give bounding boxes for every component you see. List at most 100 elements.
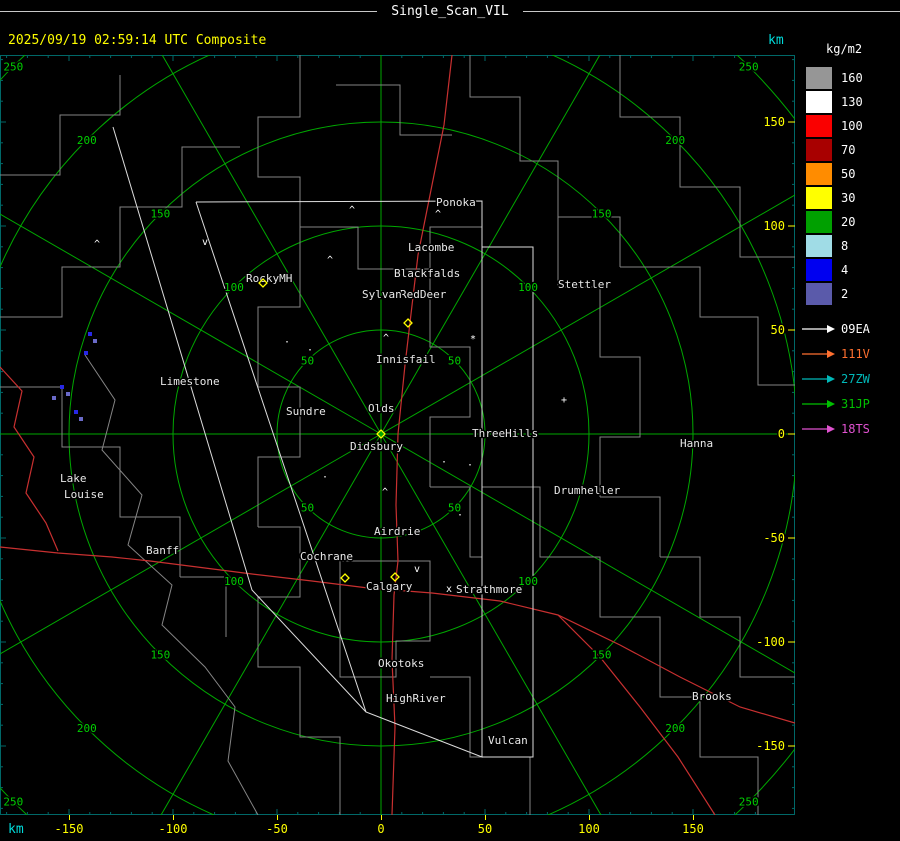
title-bar: Single_Scan_VIL: [0, 0, 900, 22]
station-row: 111V: [800, 341, 900, 366]
precip-echo: [88, 332, 92, 336]
storm-cell-marker: +: [561, 395, 567, 406]
range-ring-label: 150: [592, 649, 612, 662]
radar-map: 50 50 50 50 100 100 100 100 150 150 150 150 200 200 20…: [0, 55, 795, 815]
range-ring-label: 50: [301, 354, 314, 367]
legend-swatch: [806, 115, 832, 137]
legend-entry: 20: [806, 210, 900, 234]
legend-value: 2: [841, 287, 849, 301]
city-label: Ponoka: [436, 196, 476, 209]
legend-entry: 8: [806, 234, 900, 258]
city-label: Brooks: [692, 690, 732, 703]
radar-map-area: 50 50 50 50 100 100 100 100 150 150 150 150 200 200 20…: [0, 55, 795, 815]
range-ring-label: 250: [3, 796, 23, 809]
storm-cell-marker: ^: [327, 255, 333, 266]
station-row: 27ZW: [800, 366, 900, 391]
bottom-axis-unit-label: km: [8, 822, 24, 837]
range-ring-label: 150: [150, 649, 170, 662]
range-ring-label: 100: [224, 575, 244, 588]
county-boundary: [0, 146, 240, 318]
bottom-axis: km -150 -100 -50 0 50 100 150: [0, 815, 900, 841]
bottom-axis-label: 50: [477, 822, 493, 836]
county-boundary: [557, 217, 641, 497]
precip-echo: [52, 396, 56, 400]
top-axis-unit-label: km: [768, 33, 784, 48]
precip-echo: [93, 339, 97, 343]
legend-swatch: [806, 163, 832, 185]
bottom-axis-tick: [69, 815, 70, 820]
right-axis-label: -100: [756, 635, 785, 649]
city-label: Airdrie: [374, 525, 420, 538]
legend-value: 8: [841, 239, 849, 253]
legend-value: 20: [841, 215, 856, 229]
bottom-axis-tick: [589, 815, 590, 820]
range-ring-label: 200: [665, 722, 685, 735]
station-arrow-head: [827, 374, 835, 383]
city-label: Cochrane: [300, 550, 353, 563]
bottom-axis-tick: [485, 815, 486, 820]
range-ring-label: 200: [77, 722, 97, 735]
storm-cell-marker: ^: [383, 333, 389, 344]
bottom-axis-tick: [381, 815, 382, 820]
legend-value: 50: [841, 167, 856, 181]
legend-swatch: [806, 211, 832, 233]
highway: [557, 614, 716, 815]
legend-swatch: [806, 283, 832, 305]
city-label: Blackfalds: [394, 267, 460, 280]
city-label: Lacombe: [408, 241, 454, 254]
legend-unit-label: kg/m2: [826, 42, 863, 56]
azimuth-spoke: [0, 433, 382, 655]
city-label: Limestone: [160, 375, 220, 388]
range-ring-label: 100: [518, 281, 538, 294]
legend-entry: 130: [806, 90, 900, 114]
legend-entry: 30: [806, 186, 900, 210]
range-ring-label: 150: [150, 207, 170, 220]
station-arrow-icon: [802, 399, 835, 408]
range-ring-label: 250: [3, 60, 23, 73]
bottom-axis-tick: [693, 815, 694, 820]
station-row: 18TS: [800, 416, 900, 441]
city-label: Vulcan: [488, 734, 528, 747]
storm-cell-marker: ·: [322, 472, 328, 483]
legend-entry: 160: [806, 66, 900, 90]
legend-entry: 100: [806, 114, 900, 138]
legend-swatch: [806, 139, 832, 161]
range-ring-label: 50: [448, 354, 461, 367]
radar-station-legend: 09EA 111V 27ZW 31JP 18TS: [800, 316, 900, 441]
city-label: Olds: [368, 402, 395, 415]
city-label: Louise: [64, 488, 104, 501]
city-label: Hanna: [680, 437, 713, 450]
color-scale-legend: 160 130 100 70 50 30 20 8 4 2: [806, 66, 900, 306]
storm-cell-marker: ·: [457, 510, 463, 521]
city-label: Sylvan: [362, 288, 402, 301]
storm-cell-marker: x: [446, 584, 452, 595]
title-rule-left: [0, 10, 378, 12]
station-id-label: 27ZW: [841, 371, 870, 386]
storm-cell-marker: ^: [349, 205, 355, 216]
station-arrow-head: [827, 349, 835, 358]
legend-entry: 50: [806, 162, 900, 186]
legend-swatch: [806, 67, 832, 89]
station-row: 09EA: [800, 316, 900, 341]
range-ring-label: 50: [301, 502, 314, 515]
bottom-axis-label: -50: [266, 822, 288, 836]
precip-echo: [84, 351, 88, 355]
city-label: RockyMH: [246, 272, 292, 285]
range-ring-label: 250: [739, 796, 759, 809]
right-axis-label: -150: [756, 739, 785, 753]
station-arrow-icon: [802, 424, 835, 433]
station-id-label: 111V: [841, 346, 870, 361]
legend-value: 130: [841, 95, 863, 109]
station-arrow-head: [827, 399, 835, 408]
storm-cell-marker: *: [470, 334, 476, 345]
legend-entry: 2: [806, 282, 900, 306]
city-label: Strathmore: [456, 583, 522, 596]
storm-cell-marker: ·: [307, 345, 313, 356]
range-ring-label: 250: [739, 60, 759, 73]
scan-boundary: [482, 246, 534, 758]
precip-echo: [66, 392, 70, 396]
city-label: ThreeHills: [472, 427, 538, 440]
county-boundary: [180, 576, 227, 637]
window-title: Single_Scan_VIL: [391, 3, 509, 19]
county-boundary: [430, 486, 482, 558]
